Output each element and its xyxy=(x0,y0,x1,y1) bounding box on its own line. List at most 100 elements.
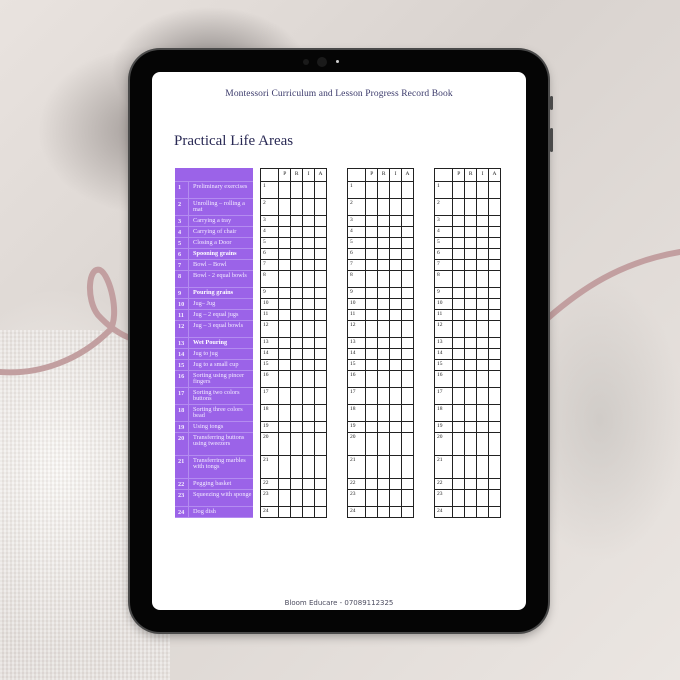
grid-checkbox-cell[interactable] xyxy=(365,321,377,337)
grid-checkbox-cell[interactable] xyxy=(401,199,413,215)
grid-checkbox-cell[interactable] xyxy=(464,288,476,298)
grid-checkbox-cell[interactable] xyxy=(290,249,302,259)
grid-checkbox-cell[interactable] xyxy=(488,479,500,489)
grid-checkbox-cell[interactable] xyxy=(389,238,401,248)
grid-checkbox-cell[interactable] xyxy=(278,360,290,370)
grid-checkbox-cell[interactable] xyxy=(452,260,464,270)
grid-checkbox-cell[interactable] xyxy=(389,199,401,215)
grid-checkbox-cell[interactable] xyxy=(302,249,314,259)
grid-checkbox-cell[interactable] xyxy=(377,371,389,387)
grid-checkbox-cell[interactable] xyxy=(302,490,314,506)
grid-checkbox-cell[interactable] xyxy=(452,371,464,387)
grid-checkbox-cell[interactable] xyxy=(464,456,476,478)
grid-checkbox-cell[interactable] xyxy=(365,199,377,215)
grid-checkbox-cell[interactable] xyxy=(365,360,377,370)
grid-checkbox-cell[interactable] xyxy=(290,216,302,226)
grid-checkbox-cell[interactable] xyxy=(290,371,302,387)
grid-checkbox-cell[interactable] xyxy=(302,227,314,237)
grid-checkbox-cell[interactable] xyxy=(488,299,500,309)
grid-checkbox-cell[interactable] xyxy=(476,249,488,259)
grid-checkbox-cell[interactable] xyxy=(314,260,326,270)
grid-checkbox-cell[interactable] xyxy=(401,507,413,517)
grid-checkbox-cell[interactable] xyxy=(476,216,488,226)
grid-checkbox-cell[interactable] xyxy=(278,479,290,489)
grid-checkbox-cell[interactable] xyxy=(488,405,500,421)
grid-checkbox-cell[interactable] xyxy=(278,371,290,387)
grid-checkbox-cell[interactable] xyxy=(401,479,413,489)
grid-checkbox-cell[interactable] xyxy=(476,422,488,432)
grid-checkbox-cell[interactable] xyxy=(365,260,377,270)
grid-checkbox-cell[interactable] xyxy=(377,388,389,404)
grid-checkbox-cell[interactable] xyxy=(365,338,377,348)
grid-checkbox-cell[interactable] xyxy=(452,288,464,298)
grid-checkbox-cell[interactable] xyxy=(314,227,326,237)
grid-checkbox-cell[interactable] xyxy=(476,388,488,404)
grid-checkbox-cell[interactable] xyxy=(488,321,500,337)
grid-checkbox-cell[interactable] xyxy=(401,388,413,404)
grid-checkbox-cell[interactable] xyxy=(464,238,476,248)
grid-checkbox-cell[interactable] xyxy=(476,238,488,248)
grid-checkbox-cell[interactable] xyxy=(314,456,326,478)
grid-checkbox-cell[interactable] xyxy=(377,433,389,455)
grid-checkbox-cell[interactable] xyxy=(302,321,314,337)
grid-checkbox-cell[interactable] xyxy=(377,456,389,478)
grid-checkbox-cell[interactable] xyxy=(476,288,488,298)
grid-checkbox-cell[interactable] xyxy=(314,422,326,432)
grid-checkbox-cell[interactable] xyxy=(464,338,476,348)
grid-checkbox-cell[interactable] xyxy=(290,433,302,455)
grid-checkbox-cell[interactable] xyxy=(314,507,326,517)
grid-checkbox-cell[interactable] xyxy=(401,405,413,421)
grid-checkbox-cell[interactable] xyxy=(401,227,413,237)
grid-checkbox-cell[interactable] xyxy=(476,456,488,478)
grid-checkbox-cell[interactable] xyxy=(476,310,488,320)
grid-checkbox-cell[interactable] xyxy=(314,271,326,287)
grid-checkbox-cell[interactable] xyxy=(290,490,302,506)
grid-checkbox-cell[interactable] xyxy=(314,288,326,298)
grid-checkbox-cell[interactable] xyxy=(389,227,401,237)
grid-checkbox-cell[interactable] xyxy=(302,479,314,489)
grid-checkbox-cell[interactable] xyxy=(377,321,389,337)
grid-checkbox-cell[interactable] xyxy=(377,238,389,248)
grid-checkbox-cell[interactable] xyxy=(302,338,314,348)
grid-checkbox-cell[interactable] xyxy=(302,199,314,215)
grid-checkbox-cell[interactable] xyxy=(452,249,464,259)
grid-checkbox-cell[interactable] xyxy=(290,310,302,320)
grid-checkbox-cell[interactable] xyxy=(401,182,413,198)
grid-checkbox-cell[interactable] xyxy=(488,490,500,506)
grid-checkbox-cell[interactable] xyxy=(290,321,302,337)
grid-checkbox-cell[interactable] xyxy=(488,249,500,259)
grid-checkbox-cell[interactable] xyxy=(278,249,290,259)
grid-checkbox-cell[interactable] xyxy=(377,288,389,298)
grid-checkbox-cell[interactable] xyxy=(488,260,500,270)
grid-checkbox-cell[interactable] xyxy=(302,507,314,517)
grid-checkbox-cell[interactable] xyxy=(389,479,401,489)
grid-checkbox-cell[interactable] xyxy=(401,338,413,348)
grid-checkbox-cell[interactable] xyxy=(389,405,401,421)
grid-checkbox-cell[interactable] xyxy=(401,299,413,309)
grid-checkbox-cell[interactable] xyxy=(278,405,290,421)
grid-checkbox-cell[interactable] xyxy=(476,490,488,506)
grid-checkbox-cell[interactable] xyxy=(314,321,326,337)
grid-checkbox-cell[interactable] xyxy=(401,349,413,359)
grid-checkbox-cell[interactable] xyxy=(452,490,464,506)
grid-checkbox-cell[interactable] xyxy=(452,456,464,478)
grid-checkbox-cell[interactable] xyxy=(464,310,476,320)
grid-checkbox-cell[interactable] xyxy=(488,182,500,198)
grid-checkbox-cell[interactable] xyxy=(365,433,377,455)
grid-checkbox-cell[interactable] xyxy=(314,433,326,455)
grid-checkbox-cell[interactable] xyxy=(401,456,413,478)
grid-checkbox-cell[interactable] xyxy=(314,249,326,259)
grid-checkbox-cell[interactable] xyxy=(278,507,290,517)
grid-checkbox-cell[interactable] xyxy=(464,490,476,506)
grid-checkbox-cell[interactable] xyxy=(278,238,290,248)
grid-checkbox-cell[interactable] xyxy=(401,216,413,226)
grid-checkbox-cell[interactable] xyxy=(464,422,476,432)
grid-checkbox-cell[interactable] xyxy=(389,433,401,455)
grid-checkbox-cell[interactable] xyxy=(389,422,401,432)
grid-checkbox-cell[interactable] xyxy=(377,249,389,259)
grid-checkbox-cell[interactable] xyxy=(488,288,500,298)
grid-checkbox-cell[interactable] xyxy=(452,182,464,198)
grid-checkbox-cell[interactable] xyxy=(476,360,488,370)
grid-checkbox-cell[interactable] xyxy=(464,249,476,259)
grid-checkbox-cell[interactable] xyxy=(401,260,413,270)
